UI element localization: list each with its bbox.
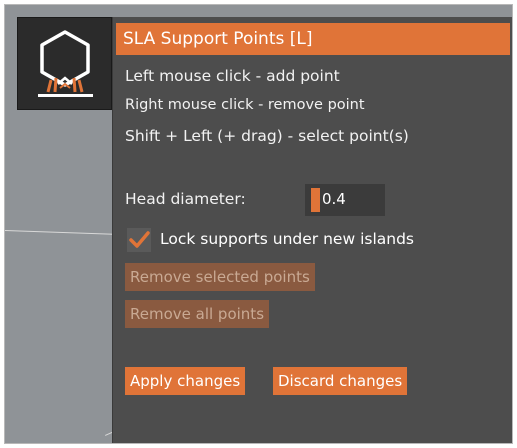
help-select-points: Shift + Left (+ drag) - select point(s) xyxy=(125,127,409,145)
help-add-point: Left mouse click - add point xyxy=(125,67,340,85)
checkmark-icon xyxy=(129,231,150,248)
sla-support-points-panel: SLA Support Points [L] Left mouse click … xyxy=(112,17,512,443)
sla-support-points-tool-button[interactable] xyxy=(17,17,112,110)
viewport[interactable]: SLA Support Points [L] Left mouse click … xyxy=(4,4,513,444)
lock-supports-label: Lock supports under new islands xyxy=(160,230,414,248)
help-remove-point: Right mouse click - remove point xyxy=(125,97,365,113)
head-diameter-value: 0.4 xyxy=(322,190,346,208)
discard-changes-button[interactable]: Discard changes xyxy=(273,367,408,395)
lock-supports-checkbox[interactable] xyxy=(127,228,151,252)
slider-grab-handle[interactable] xyxy=(311,188,320,212)
remove-all-points-button[interactable]: Remove all points xyxy=(125,300,270,328)
head-diameter-label: Head diameter: xyxy=(125,190,246,208)
sla-support-points-icon xyxy=(38,30,93,97)
head-diameter-slider[interactable]: 0.4 xyxy=(305,184,385,216)
apply-changes-button[interactable]: Apply changes xyxy=(125,367,246,395)
panel-title: SLA Support Points [L] xyxy=(116,23,510,55)
remove-selected-points-button[interactable]: Remove selected points xyxy=(125,263,315,291)
